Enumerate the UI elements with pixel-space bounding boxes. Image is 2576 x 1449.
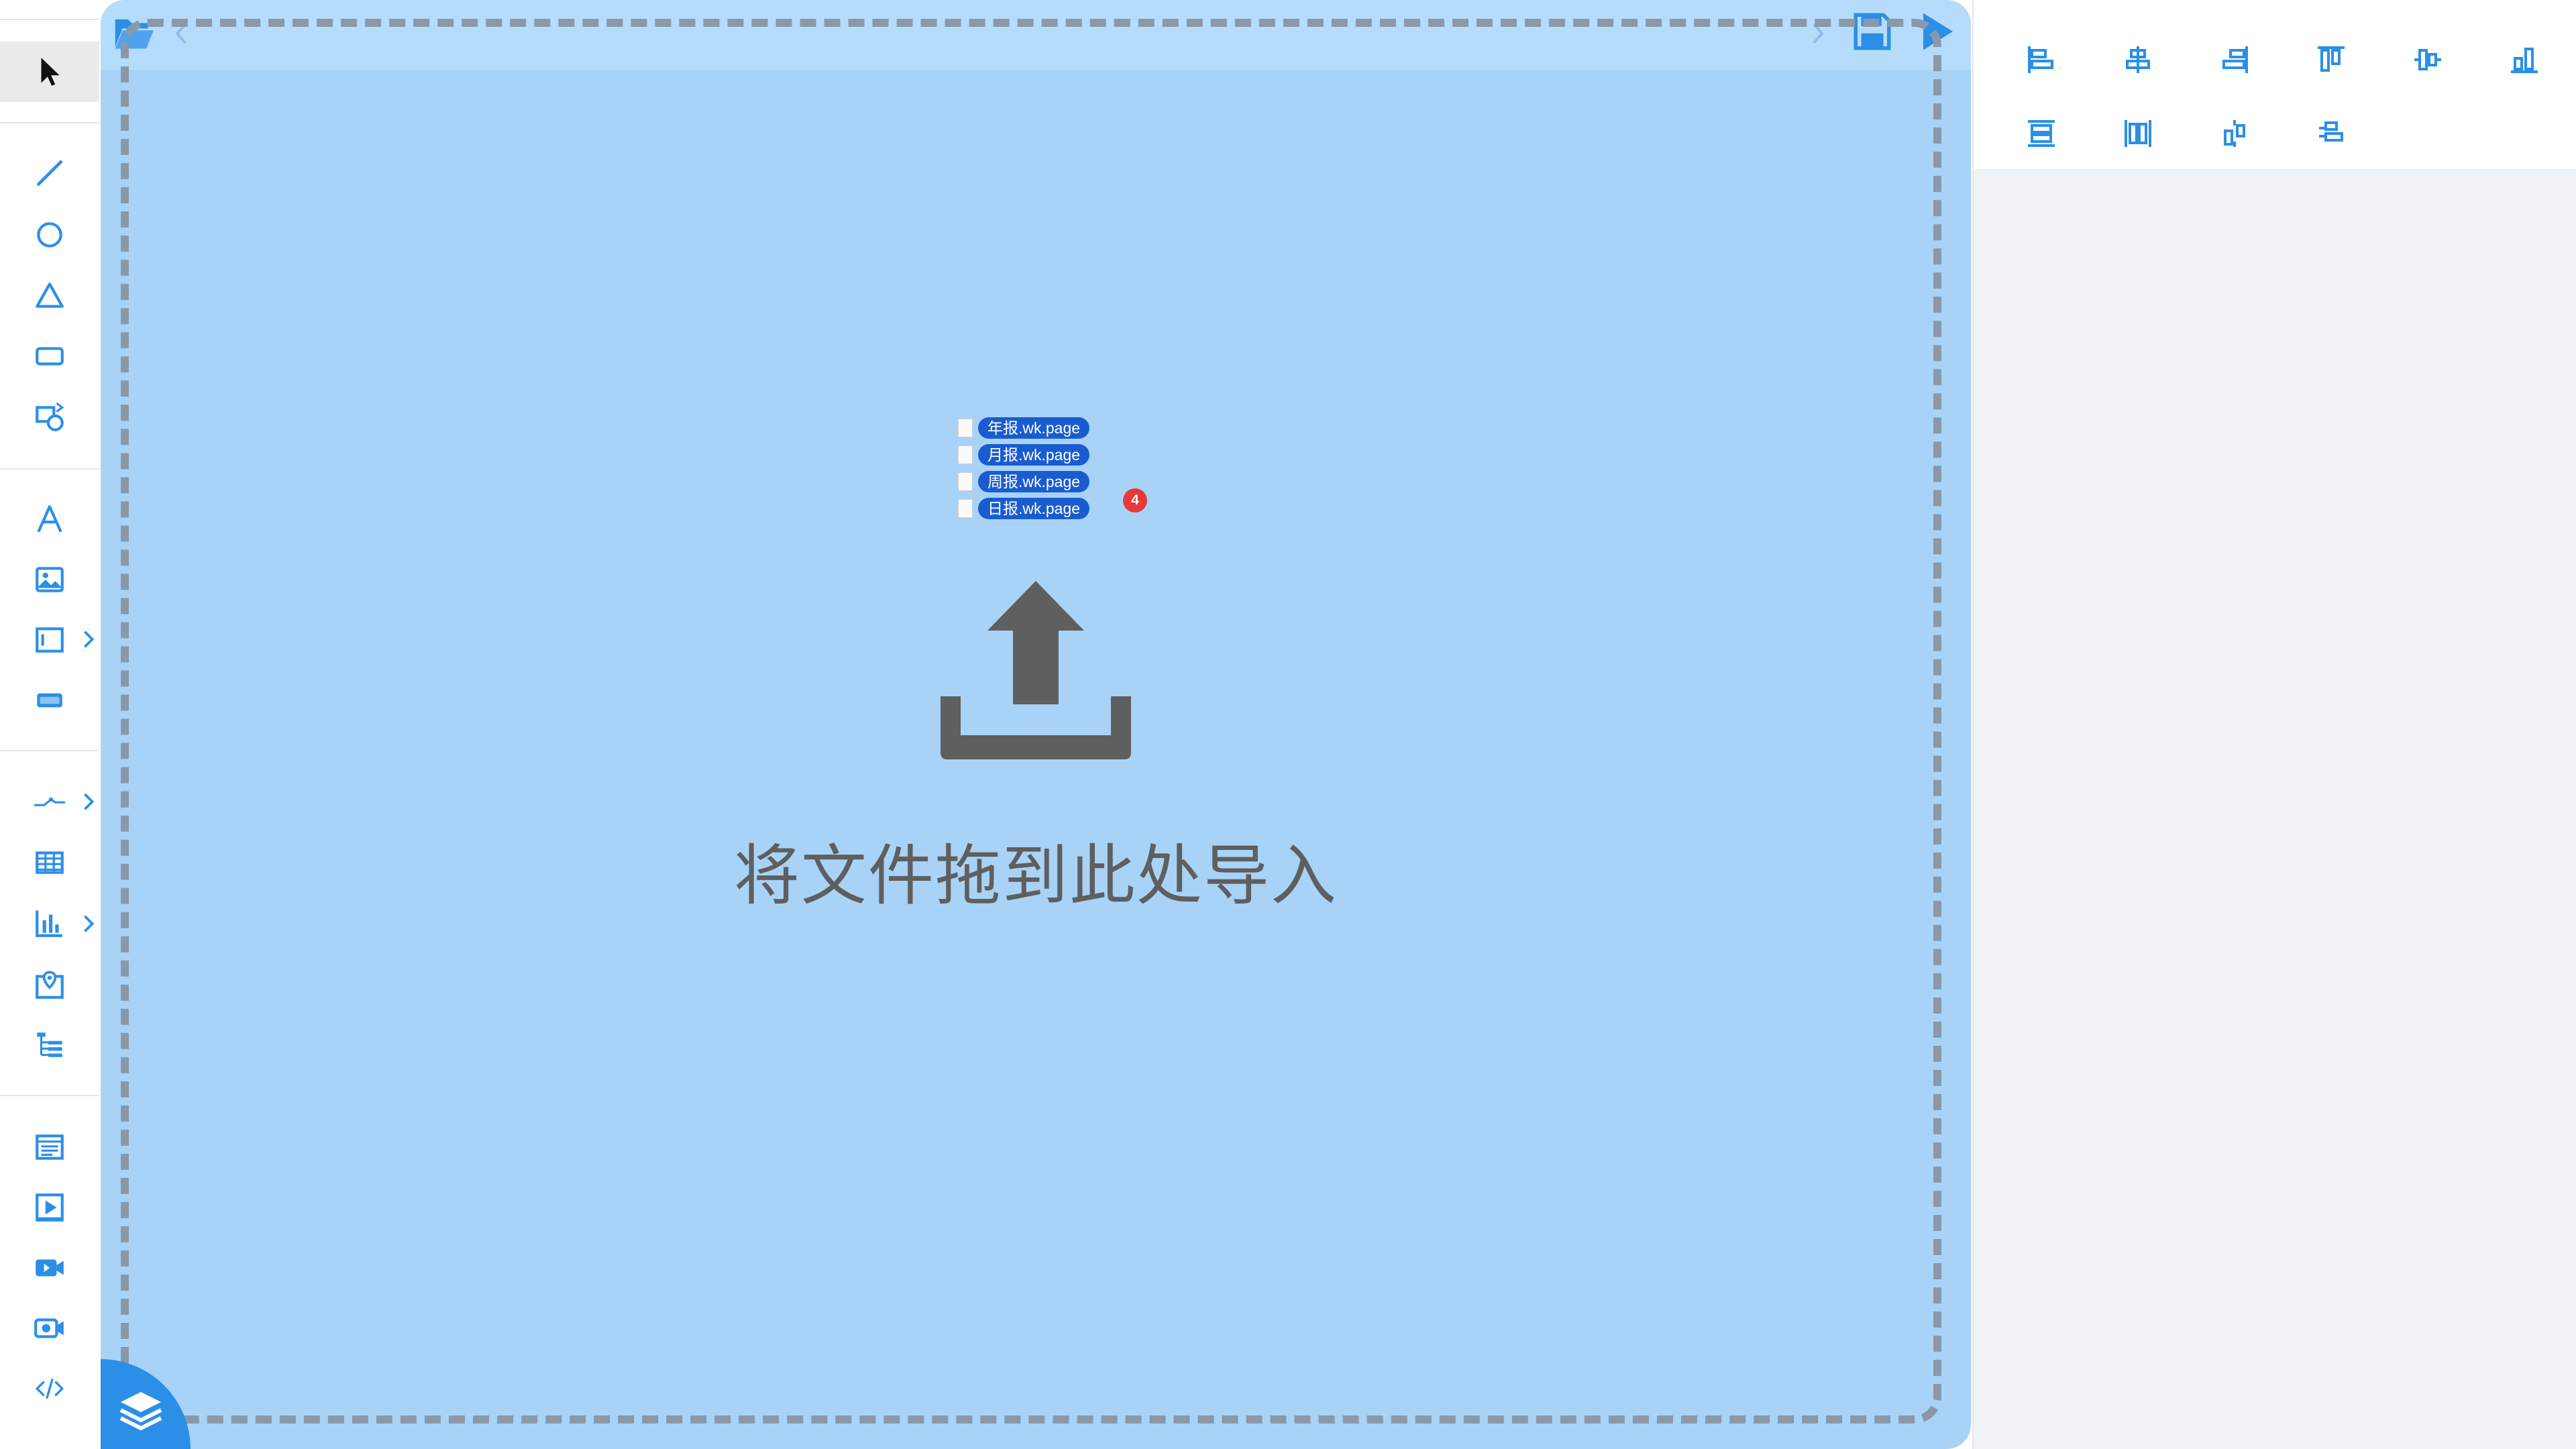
circle-tool-button[interactable] [19,208,80,262]
align-center-vertical-button[interactable] [2404,36,2451,83]
properties-panel [1972,0,2576,1449]
connector-tool-button[interactable] [19,775,80,829]
camera-icon [34,1318,64,1338]
pointer-tool-button[interactable] [0,42,99,102]
table-tool-button[interactable] [19,836,80,890]
dragged-file-item: 年报.wk.page [958,415,1173,441]
drop-instruction-text: 将文件拖到此处导入 [733,839,1338,912]
align-top-button[interactable] [2308,36,2355,83]
code-tool-button[interactable] [19,1362,80,1415]
file-icon [958,472,973,491]
dragged-file-item: 月报.wk.page [958,441,1173,468]
chevron-right-icon[interactable] [80,629,97,649]
file-icon [958,419,973,437]
chevron-right-icon[interactable] [80,792,97,812]
frame-tool-button[interactable] [19,613,80,667]
line-icon [37,160,62,186]
rectangle-icon [36,347,64,366]
sidebar-divider [0,19,99,20]
line-tool-button[interactable] [19,146,80,200]
chart-icon [36,910,62,937]
shapes-tool-button[interactable] [19,390,80,444]
frame-icon [36,627,64,653]
sidebar-divider [0,750,99,751]
image-tool-button[interactable] [19,553,80,606]
camera-tool-button[interactable] [19,1301,80,1355]
sidebar-divider [0,122,99,123]
table-icon [36,851,64,874]
align-bottom-button[interactable] [2501,36,2548,83]
align-toolbar [1974,0,2576,169]
video-icon [36,1259,64,1277]
video-player-icon [36,1193,64,1222]
chevron-right-icon[interactable] [80,914,97,934]
code-icon [35,1378,64,1399]
align-bottom-icon [2511,48,2538,73]
map-icon [36,971,64,999]
distribute-stack-button[interactable] [2308,110,2355,157]
distribute-stack-icon [2319,121,2343,142]
file-icon [958,445,973,464]
button-shape-icon [37,693,62,708]
chart-tool-button[interactable] [19,896,80,950]
align-left-icon [2028,46,2053,73]
tree-tool-button[interactable] [19,1018,80,1072]
file-name: 月报.wk.page [978,444,1090,466]
layers-icon [119,1392,162,1431]
button-shape-tool-button[interactable] [19,674,80,727]
rectangle-tool-button[interactable] [19,329,80,382]
image-icon [36,567,64,592]
align-center-vertical-icon [2414,49,2441,70]
triangle-icon [36,282,64,308]
file-name: 周报.wk.page [978,471,1090,492]
sidebar-divider [0,468,99,470]
file-icon [958,499,973,518]
video-player-tool-button[interactable] [19,1181,80,1234]
distribute-vertical-icon [2028,120,2055,147]
distribute-center-button[interactable] [2211,110,2258,157]
text-icon [37,505,62,533]
tree-icon [37,1032,62,1057]
pointer-icon [41,58,60,86]
connector-icon [34,797,65,806]
file-count-badge: 4 [1123,488,1147,513]
webpage-tool-button[interactable] [19,1120,80,1174]
distribute-center-icon [2224,120,2245,147]
map-tool-button[interactable] [19,958,80,1012]
circle-icon [37,222,62,248]
align-top-icon [2318,46,2345,72]
align-right-button[interactable] [2211,36,2258,83]
align-center-horizontal-button[interactable] [2114,36,2161,83]
upload-icon [941,581,1131,759]
distribute-vertical-button[interactable] [2018,110,2065,157]
text-tool-button[interactable] [19,492,80,546]
triangle-tool-button[interactable] [19,268,80,322]
distribute-horizontal-icon [2125,120,2151,147]
align-left-button[interactable] [2018,36,2065,83]
file-name: 年报.wk.page [978,417,1090,439]
align-center-horizontal-icon [2126,46,2150,73]
file-name: 日报.wk.page [978,498,1090,519]
webpage-icon [36,1134,64,1160]
video-tool-button[interactable] [19,1241,80,1295]
distribute-horizontal-button[interactable] [2114,110,2161,157]
sidebar-divider [0,1095,99,1096]
align-right-icon [2222,46,2248,73]
tool-sidebar [0,0,99,1449]
shapes-icon [36,402,64,431]
